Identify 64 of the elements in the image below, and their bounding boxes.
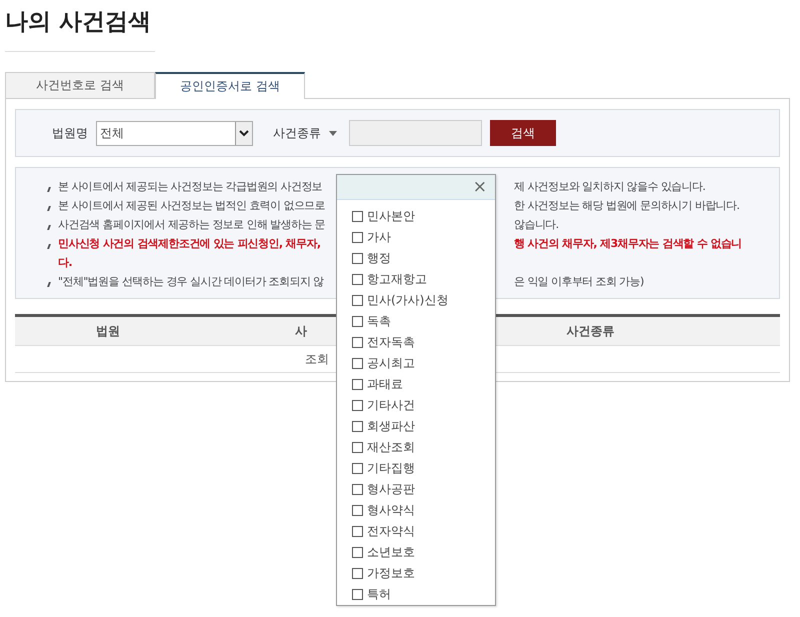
notice-text: 민사신청 사건의 검색제한조건에 있는 피신청인, 채무자, (58, 236, 322, 251)
court-label: 법원명 (52, 124, 88, 142)
case-type-option[interactable]: 가정보호 (352, 563, 495, 584)
notice-text: 다. (58, 255, 73, 270)
notice-text: 않습니다. (514, 217, 560, 232)
case-type-option[interactable]: 항고재항고 (352, 269, 495, 290)
notice-text: 본 사이트에서 제공된 사건정보는 법적인 효력이 없으므로 (58, 198, 326, 213)
tab[interactable]: 사건번호로 검색 (5, 72, 155, 99)
checkbox[interactable] (352, 253, 363, 264)
checkbox[interactable] (352, 232, 363, 243)
notice-text: 한 사건정보는 해당 법원에 문의하시기 바랍니다. (514, 198, 740, 213)
checkbox[interactable] (352, 484, 363, 495)
case-type-option[interactable]: 재산조회 (352, 437, 495, 458)
court-select[interactable]: 전체 (96, 120, 253, 146)
notice-text: 행 사건의 채무자, 제3채무자는 검색할 수 없습니 (514, 236, 743, 251)
checkbox[interactable] (352, 589, 363, 600)
case-type-option[interactable]: 가사 (352, 227, 495, 248)
notice-text: 은 익일 이후부터 조회 가능) (514, 274, 645, 289)
checkbox[interactable] (352, 379, 363, 390)
checkbox[interactable] (352, 274, 363, 285)
case-type-option[interactable]: 기타집행 (352, 458, 495, 479)
case-type-dropdown[interactable]: 사건종류 (273, 124, 337, 142)
notice-text: 사건검색 홈페이지에서 제공하는 정보로 인해 발생하는 문 (58, 217, 326, 232)
case-type-option[interactable]: 전자독촉 (352, 332, 495, 353)
case-type-option[interactable]: 민사본안 (352, 206, 495, 227)
notice-text: 본 사이트에서 제공되는 사건정보는 각급법원의 사건정보 (58, 179, 324, 194)
case-type-option[interactable]: 행정 (352, 248, 495, 269)
notice-text: 제 사건정보와 일치하지 않을수 있습니다. (514, 179, 706, 194)
case-type-option[interactable]: 회생파산 (352, 416, 495, 437)
case-type-option[interactable]: 공시최고 (352, 353, 495, 374)
case-type-option[interactable]: 민사(가사)신청 (352, 290, 495, 311)
close-button[interactable]: × (472, 178, 487, 196)
case-type-option[interactable]: 소년보호 (352, 542, 495, 563)
caret-icon (329, 130, 337, 136)
column-header: 법원 (95, 322, 121, 340)
checkbox[interactable] (352, 526, 363, 537)
checkbox[interactable] (352, 547, 363, 558)
case-type-option[interactable]: 기타사건 (352, 395, 495, 416)
tab[interactable]: 공인인증서로 검색 (155, 72, 305, 99)
checkbox[interactable] (352, 295, 363, 306)
checkbox[interactable] (352, 463, 363, 474)
checkbox[interactable] (352, 442, 363, 453)
checkbox[interactable] (352, 316, 363, 327)
empty-message: 조회 (305, 350, 329, 368)
column-header: 사건종류 (566, 322, 616, 340)
case-type-option[interactable]: 전자약식 (352, 521, 495, 542)
checkbox[interactable] (352, 400, 363, 411)
checkbox[interactable] (352, 505, 363, 516)
checkbox[interactable] (352, 337, 363, 348)
search-button[interactable]: 검색 (490, 120, 556, 146)
checkbox[interactable] (352, 358, 363, 369)
case-type-field[interactable] (349, 120, 482, 146)
case-type-option[interactable]: 특허 (352, 584, 495, 605)
case-type-option[interactable]: 형사약식 (352, 500, 495, 521)
chevron-down-icon (239, 130, 249, 136)
column-header: 사 (294, 322, 308, 340)
case-type-option[interactable]: 독촉 (352, 311, 495, 332)
page-title: 나의 사건검색 (5, 8, 152, 37)
case-type-option[interactable]: 형사공판 (352, 479, 495, 500)
notice-text: "전체"법원을 선택하는 경우 실시간 데이터가 조회되지 않 (58, 274, 325, 289)
case-type-option[interactable]: 과태료 (352, 374, 495, 395)
checkbox[interactable] (352, 211, 363, 222)
checkbox[interactable] (352, 421, 363, 432)
checkbox[interactable] (352, 568, 363, 579)
